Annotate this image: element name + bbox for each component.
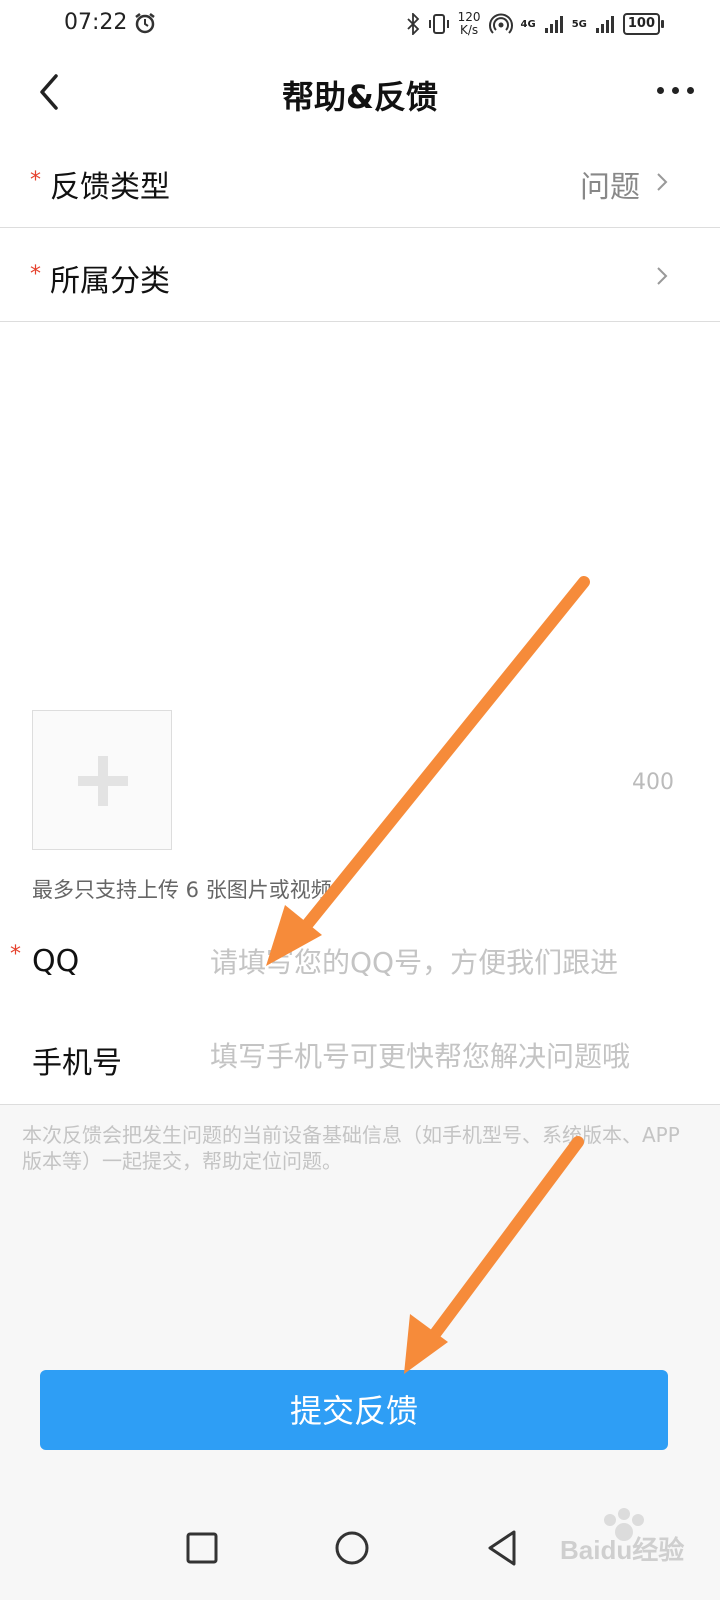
phone-row: 手机号 — [0, 1010, 720, 1105]
category-row[interactable]: * 所属分类 — [0, 228, 720, 322]
chevron-right-icon — [657, 267, 668, 285]
chevron-right-icon — [657, 173, 668, 191]
feedback-description-area[interactable]: 400 最多只支持上传 6 张图片或视频 — [0, 322, 720, 917]
signal-2-label: 5G — [571, 18, 587, 30]
signal-2-icon — [595, 16, 614, 33]
battery-icon: 100 — [622, 13, 665, 35]
add-media-button[interactable] — [32, 710, 172, 850]
bluetooth-icon — [406, 13, 419, 35]
required-mark: * — [30, 168, 41, 193]
back-nav-button[interactable] — [472, 1510, 532, 1570]
qq-input[interactable] — [210, 938, 690, 986]
feedback-type-label: 反馈类型 — [50, 170, 170, 205]
more-options-button[interactable] — [650, 78, 700, 102]
required-mark: * — [30, 262, 41, 287]
qq-row: * QQ — [0, 916, 720, 1011]
privacy-notice: 本次反馈会把发生问题的当前设备基础信息（如手机型号、系统版本、APP版本等）一起… — [22, 1123, 680, 1173]
home-button[interactable] — [322, 1510, 382, 1570]
arrow-head-icon — [404, 1314, 448, 1374]
submit-feedback-button[interactable]: 提交反馈 — [40, 1370, 668, 1450]
phone-input[interactable] — [210, 1032, 690, 1080]
category-label: 所属分类 — [50, 264, 170, 299]
status-time: 07:22 — [64, 10, 128, 35]
phone-label: 手机号 — [32, 1046, 122, 1081]
alarm-icon — [135, 13, 155, 34]
dot-icon — [656, 86, 664, 94]
vibrate-icon — [428, 14, 449, 34]
qq-label: QQ — [32, 944, 80, 979]
signal-1-label: 4G — [520, 18, 536, 30]
signal-1-icon — [544, 16, 563, 33]
recent-apps-button[interactable] — [172, 1510, 232, 1570]
feedback-type-value: 问题 — [580, 170, 640, 205]
watermark-text: Baidu经验 — [560, 1535, 685, 1565]
app-header: 帮助&反馈 — [0, 50, 720, 135]
upload-hint: 最多只支持上传 6 张图片或视频 — [32, 878, 332, 902]
hotspot-icon — [488, 13, 513, 34]
dot-icon — [671, 86, 679, 94]
feedback-type-row[interactable]: * 反馈类型 问题 — [0, 134, 720, 228]
dot-icon — [686, 86, 694, 94]
char-count: 400 — [632, 770, 674, 795]
page-title: 帮助&反馈 — [282, 78, 438, 116]
required-mark: * — [10, 942, 21, 967]
status-bar: 07:22 120 K/s 4G 5G 100 — [0, 0, 720, 50]
net-speed: 120 K/s — [457, 10, 481, 37]
status-icons: 120 K/s 4G 5G 100 — [406, 9, 665, 39]
